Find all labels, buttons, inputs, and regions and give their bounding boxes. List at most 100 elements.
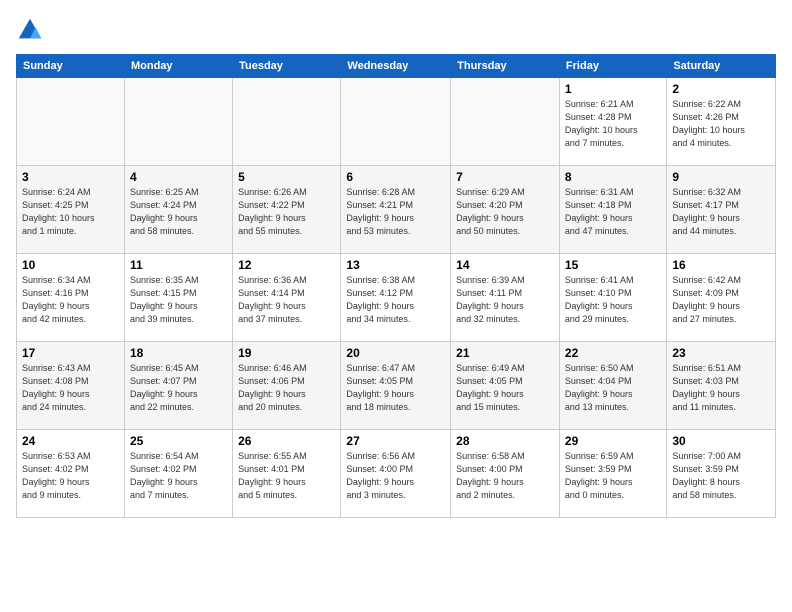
day-info: Sunrise: 6:50 AMSunset: 4:04 PMDaylight:…	[565, 362, 661, 414]
day-info: Sunrise: 6:56 AMSunset: 4:00 PMDaylight:…	[346, 450, 445, 502]
day-cell	[451, 78, 560, 166]
day-info: Sunrise: 6:51 AMSunset: 4:03 PMDaylight:…	[672, 362, 770, 414]
day-number: 16	[672, 258, 770, 272]
day-cell: 14 Sunrise: 6:39 AMSunset: 4:11 PMDayligh…	[451, 254, 560, 342]
day-info: Sunrise: 6:35 AMSunset: 4:15 PMDaylight:…	[130, 274, 227, 326]
day-number: 28	[456, 434, 554, 448]
day-info: Sunrise: 6:36 AMSunset: 4:14 PMDaylight:…	[238, 274, 335, 326]
day-cell: 23 Sunrise: 6:51 AMSunset: 4:03 PMDayligh…	[667, 342, 776, 430]
day-number: 10	[22, 258, 119, 272]
calendar: SundayMondayTuesdayWednesdayThursdayFrid…	[16, 54, 776, 518]
day-info: Sunrise: 6:24 AMSunset: 4:25 PMDaylight:…	[22, 186, 119, 238]
day-info: Sunrise: 6:47 AMSunset: 4:05 PMDaylight:…	[346, 362, 445, 414]
day-info: Sunrise: 6:43 AMSunset: 4:08 PMDaylight:…	[22, 362, 119, 414]
day-number: 17	[22, 346, 119, 360]
day-info: Sunrise: 6:34 AMSunset: 4:16 PMDaylight:…	[22, 274, 119, 326]
day-cell	[233, 78, 341, 166]
day-number: 14	[456, 258, 554, 272]
day-info: Sunrise: 6:25 AMSunset: 4:24 PMDaylight:…	[130, 186, 227, 238]
day-number: 24	[22, 434, 119, 448]
day-cell: 1 Sunrise: 6:21 AMSunset: 4:28 PMDaylight…	[559, 78, 666, 166]
weekday-header-saturday: Saturday	[667, 55, 776, 78]
day-number: 8	[565, 170, 661, 184]
day-cell: 30Sunrise: 7:00 AMSunset: 3:59 PMDayligh…	[667, 430, 776, 518]
day-cell: 17 Sunrise: 6:43 AMSunset: 4:08 PMDayligh…	[17, 342, 125, 430]
day-cell: 7 Sunrise: 6:29 AMSunset: 4:20 PMDaylight…	[451, 166, 560, 254]
day-cell: 26Sunrise: 6:55 AMSunset: 4:01 PMDayligh…	[233, 430, 341, 518]
day-cell: 6 Sunrise: 6:28 AMSunset: 4:21 PMDaylight…	[341, 166, 451, 254]
day-info: Sunrise: 6:28 AMSunset: 4:21 PMDaylight:…	[346, 186, 445, 238]
day-number: 19	[238, 346, 335, 360]
day-cell: 3 Sunrise: 6:24 AMSunset: 4:25 PMDaylight…	[17, 166, 125, 254]
day-cell: 22 Sunrise: 6:50 AMSunset: 4:04 PMDayligh…	[559, 342, 666, 430]
day-number: 12	[238, 258, 335, 272]
day-info: Sunrise: 6:41 AMSunset: 4:10 PMDaylight:…	[565, 274, 661, 326]
header	[16, 16, 776, 44]
day-cell: 27 Sunrise: 6:56 AMSunset: 4:00 PMDayligh…	[341, 430, 451, 518]
day-cell: 4 Sunrise: 6:25 AMSunset: 4:24 PMDaylight…	[124, 166, 232, 254]
day-number: 29	[565, 434, 661, 448]
day-cell: 9 Sunrise: 6:32 AMSunset: 4:17 PMDaylight…	[667, 166, 776, 254]
day-cell: 2 Sunrise: 6:22 AMSunset: 4:26 PMDaylight…	[667, 78, 776, 166]
day-info: Sunrise: 6:29 AMSunset: 4:20 PMDaylight:…	[456, 186, 554, 238]
week-row-4: 17 Sunrise: 6:43 AMSunset: 4:08 PMDayligh…	[17, 342, 776, 430]
day-cell	[17, 78, 125, 166]
day-number: 23	[672, 346, 770, 360]
weekday-header-monday: Monday	[124, 55, 232, 78]
day-cell: 13Sunrise: 6:38 AMSunset: 4:12 PMDayligh…	[341, 254, 451, 342]
week-row-2: 3 Sunrise: 6:24 AMSunset: 4:25 PMDaylight…	[17, 166, 776, 254]
day-number: 4	[130, 170, 227, 184]
weekday-header-row: SundayMondayTuesdayWednesdayThursdayFrid…	[17, 55, 776, 78]
day-number: 7	[456, 170, 554, 184]
day-info: Sunrise: 6:21 AMSunset: 4:28 PMDaylight:…	[565, 98, 661, 150]
day-number: 1	[565, 82, 661, 96]
day-number: 27	[346, 434, 445, 448]
weekday-header-thursday: Thursday	[451, 55, 560, 78]
page: SundayMondayTuesdayWednesdayThursdayFrid…	[0, 0, 792, 612]
day-number: 18	[130, 346, 227, 360]
day-info: Sunrise: 6:54 AMSunset: 4:02 PMDaylight:…	[130, 450, 227, 502]
day-number: 6	[346, 170, 445, 184]
day-cell	[341, 78, 451, 166]
day-cell: 24Sunrise: 6:53 AMSunset: 4:02 PMDayligh…	[17, 430, 125, 518]
day-info: Sunrise: 6:32 AMSunset: 4:17 PMDaylight:…	[672, 186, 770, 238]
week-row-1: 1 Sunrise: 6:21 AMSunset: 4:28 PMDaylight…	[17, 78, 776, 166]
day-number: 26	[238, 434, 335, 448]
logo	[16, 16, 48, 44]
day-info: Sunrise: 7:00 AMSunset: 3:59 PMDaylight:…	[672, 450, 770, 502]
day-number: 22	[565, 346, 661, 360]
day-number: 21	[456, 346, 554, 360]
weekday-header-wednesday: Wednesday	[341, 55, 451, 78]
day-cell: 25Sunrise: 6:54 AMSunset: 4:02 PMDayligh…	[124, 430, 232, 518]
day-number: 15	[565, 258, 661, 272]
day-cell: 12 Sunrise: 6:36 AMSunset: 4:14 PMDayligh…	[233, 254, 341, 342]
weekday-header-tuesday: Tuesday	[233, 55, 341, 78]
day-number: 11	[130, 258, 227, 272]
day-number: 3	[22, 170, 119, 184]
day-number: 5	[238, 170, 335, 184]
day-cell	[124, 78, 232, 166]
day-cell: 19Sunrise: 6:46 AMSunset: 4:06 PMDayligh…	[233, 342, 341, 430]
day-cell: 28 Sunrise: 6:58 AMSunset: 4:00 PMDayligh…	[451, 430, 560, 518]
day-cell: 11 Sunrise: 6:35 AMSunset: 4:15 PMDayligh…	[124, 254, 232, 342]
weekday-header-friday: Friday	[559, 55, 666, 78]
day-cell: 20 Sunrise: 6:47 AMSunset: 4:05 PMDayligh…	[341, 342, 451, 430]
week-row-5: 24Sunrise: 6:53 AMSunset: 4:02 PMDayligh…	[17, 430, 776, 518]
day-cell: 5Sunrise: 6:26 AMSunset: 4:22 PMDaylight…	[233, 166, 341, 254]
day-number: 9	[672, 170, 770, 184]
day-cell: 29 Sunrise: 6:59 AMSunset: 3:59 PMDayligh…	[559, 430, 666, 518]
day-info: Sunrise: 6:59 AMSunset: 3:59 PMDaylight:…	[565, 450, 661, 502]
day-info: Sunrise: 6:58 AMSunset: 4:00 PMDaylight:…	[456, 450, 554, 502]
day-info: Sunrise: 6:22 AMSunset: 4:26 PMDaylight:…	[672, 98, 770, 150]
day-info: Sunrise: 6:39 AMSunset: 4:11 PMDaylight:…	[456, 274, 554, 326]
day-cell: 15 Sunrise: 6:41 AMSunset: 4:10 PMDayligh…	[559, 254, 666, 342]
day-number: 13	[346, 258, 445, 272]
weekday-header-sunday: Sunday	[17, 55, 125, 78]
day-cell: 18Sunrise: 6:45 AMSunset: 4:07 PMDayligh…	[124, 342, 232, 430]
day-info: Sunrise: 6:31 AMSunset: 4:18 PMDaylight:…	[565, 186, 661, 238]
day-info: Sunrise: 6:49 AMSunset: 4:05 PMDaylight:…	[456, 362, 554, 414]
logo-icon	[16, 16, 44, 44]
day-number: 20	[346, 346, 445, 360]
day-cell: 21 Sunrise: 6:49 AMSunset: 4:05 PMDayligh…	[451, 342, 560, 430]
day-number: 2	[672, 82, 770, 96]
